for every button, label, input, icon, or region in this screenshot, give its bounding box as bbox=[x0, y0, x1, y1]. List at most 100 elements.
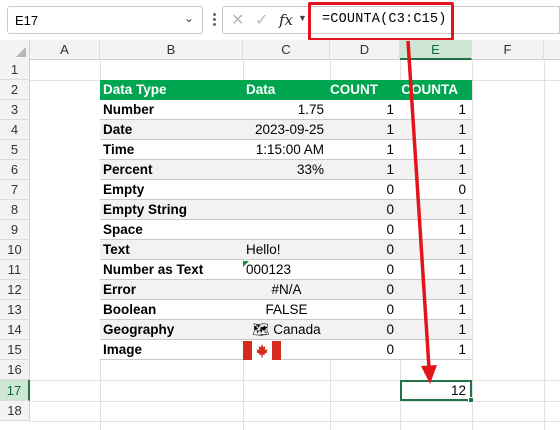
column-header-row: A B C D E F bbox=[0, 40, 560, 60]
gridline bbox=[544, 60, 545, 430]
canada-flag-image[interactable] bbox=[243, 341, 281, 360]
cell-counta[interactable]: 1 bbox=[400, 320, 472, 340]
cell-type[interactable]: Geography bbox=[100, 320, 243, 340]
cell-count[interactable]: 1 bbox=[330, 160, 400, 180]
cell-type[interactable]: Space bbox=[100, 220, 243, 240]
number-stored-as-text-indicator bbox=[243, 261, 249, 267]
cell-counta[interactable]: 1 bbox=[400, 200, 472, 220]
cell-counta[interactable]: 1 bbox=[400, 140, 472, 160]
gridline bbox=[30, 421, 560, 422]
row-header-12[interactable]: 12 bbox=[0, 280, 30, 300]
formula-bar: E17 ⌄ ✕ ✓ fx ▼ =COUNTA(C3:C15) bbox=[0, 0, 560, 41]
cell-data[interactable]: FALSE bbox=[243, 300, 330, 320]
cancel-icon[interactable]: ✕ bbox=[231, 10, 244, 30]
cell-count[interactable]: 1 bbox=[330, 140, 400, 160]
cell-counta[interactable]: 1 bbox=[400, 100, 472, 120]
cell-count[interactable]: 0 bbox=[330, 260, 400, 280]
formula-bar-buttons: ✕ ✓ fx ▼ bbox=[222, 6, 310, 34]
cell-data[interactable]: 1.75 bbox=[243, 100, 330, 120]
cell-type[interactable]: Boolean bbox=[100, 300, 243, 320]
cell-count[interactable]: 0 bbox=[330, 300, 400, 320]
cell-type[interactable]: Empty bbox=[100, 180, 243, 200]
cell-counta[interactable]: 0 bbox=[400, 180, 472, 200]
name-box[interactable]: E17 ⌄ bbox=[7, 6, 203, 34]
header-data[interactable]: Data bbox=[243, 80, 330, 100]
cell-counta[interactable]: 1 bbox=[400, 280, 472, 300]
cell-counta[interactable]: 1 bbox=[400, 340, 472, 360]
row-header-17[interactable]: 17 bbox=[0, 380, 30, 401]
cell-data[interactable]: 1:15:00 AM bbox=[243, 140, 330, 160]
row-header-16[interactable]: 16 bbox=[0, 360, 30, 380]
cell-count[interactable]: 0 bbox=[330, 200, 400, 220]
row-header-14[interactable]: 14 bbox=[0, 320, 30, 340]
header-data-type[interactable]: Data Type bbox=[100, 80, 243, 100]
row-header-6[interactable]: 6 bbox=[0, 160, 30, 180]
cell-type[interactable]: Image bbox=[100, 340, 243, 360]
column-header-f[interactable]: F bbox=[472, 40, 544, 60]
cell-data[interactable]: 2023-09-25 bbox=[243, 120, 330, 140]
chevron-down-icon[interactable]: ▼ bbox=[298, 13, 307, 23]
column-header-a[interactable]: A bbox=[30, 40, 100, 60]
row-header-15[interactable]: 15 bbox=[0, 340, 30, 360]
cell-type[interactable]: Percent bbox=[100, 160, 243, 180]
cell-count[interactable]: 0 bbox=[330, 180, 400, 200]
cell-counta[interactable]: 1 bbox=[400, 300, 472, 320]
header-count[interactable]: COUNT bbox=[330, 80, 400, 100]
cell-data[interactable] bbox=[243, 220, 330, 240]
cell-count[interactable]: 0 bbox=[330, 220, 400, 240]
row-header-10[interactable]: 10 bbox=[0, 240, 30, 260]
cell-data[interactable] bbox=[243, 180, 330, 200]
insert-function-icon[interactable]: fx bbox=[279, 11, 293, 29]
chevron-down-icon[interactable]: ⌄ bbox=[184, 11, 194, 25]
row-header-2[interactable]: 2 bbox=[0, 80, 30, 100]
cell-type[interactable]: Date bbox=[100, 120, 243, 140]
column-header-c[interactable]: C bbox=[243, 40, 330, 60]
row-header-18[interactable]: 18 bbox=[0, 401, 30, 421]
header-counta[interactable]: COUNTA bbox=[400, 80, 472, 100]
cell-counta[interactable]: 1 bbox=[400, 240, 472, 260]
column-header-b[interactable]: B bbox=[100, 40, 243, 60]
cell-data[interactable]: 000123 bbox=[243, 260, 330, 280]
row-header-5[interactable]: 5 bbox=[0, 140, 30, 160]
gridline bbox=[30, 380, 560, 381]
cell-type[interactable]: Error bbox=[100, 280, 243, 300]
cell-counta[interactable]: 1 bbox=[400, 220, 472, 240]
cell-type[interactable]: Time bbox=[100, 140, 243, 160]
row-header-4[interactable]: 4 bbox=[0, 120, 30, 140]
cell-data[interactable]: #N/A bbox=[243, 280, 330, 300]
row-header-9[interactable]: 9 bbox=[0, 220, 30, 240]
cell-type[interactable]: Number as Text bbox=[100, 260, 243, 280]
cell-counta[interactable]: 1 bbox=[400, 160, 472, 180]
cell-count[interactable]: 0 bbox=[330, 280, 400, 300]
cell-type[interactable]: Empty String bbox=[100, 200, 243, 220]
formula-bar-resize-handle[interactable] bbox=[213, 13, 216, 27]
enter-icon[interactable]: ✓ bbox=[255, 10, 268, 30]
cell-type[interactable]: Number bbox=[100, 100, 243, 120]
gridline bbox=[472, 60, 473, 430]
cell-count[interactable]: 1 bbox=[330, 100, 400, 120]
gridline bbox=[30, 401, 560, 402]
row-header-13[interactable]: 13 bbox=[0, 300, 30, 320]
cell-type[interactable]: Text bbox=[100, 240, 243, 260]
column-header-e[interactable]: E bbox=[400, 40, 472, 60]
cell-counta[interactable]: 1 bbox=[400, 120, 472, 140]
cell-count[interactable]: 0 bbox=[330, 240, 400, 260]
counta-result-value: 12 bbox=[450, 383, 466, 398]
cell-counta[interactable]: 1 bbox=[400, 260, 472, 280]
cell-count[interactable]: 1 bbox=[330, 120, 400, 140]
cell-data[interactable]: 🗺 Canada bbox=[243, 320, 330, 340]
cell-data[interactable] bbox=[243, 200, 330, 220]
cell-count[interactable]: 0 bbox=[330, 320, 400, 340]
name-box-value: E17 bbox=[15, 13, 39, 28]
select-all-button[interactable] bbox=[0, 40, 30, 60]
cell-data[interactable]: 33% bbox=[243, 160, 330, 180]
row-header-8[interactable]: 8 bbox=[0, 200, 30, 220]
cell-count[interactable]: 0 bbox=[330, 340, 400, 360]
row-header-11[interactable]: 11 bbox=[0, 260, 30, 280]
row-header-3[interactable]: 3 bbox=[0, 100, 30, 120]
row-header-1[interactable]: 1 bbox=[0, 60, 30, 80]
cell-data[interactable]: Hello! bbox=[243, 240, 330, 260]
row-header-7[interactable]: 7 bbox=[0, 180, 30, 200]
maple-leaf-icon bbox=[256, 344, 268, 358]
column-header-d[interactable]: D bbox=[330, 40, 400, 60]
